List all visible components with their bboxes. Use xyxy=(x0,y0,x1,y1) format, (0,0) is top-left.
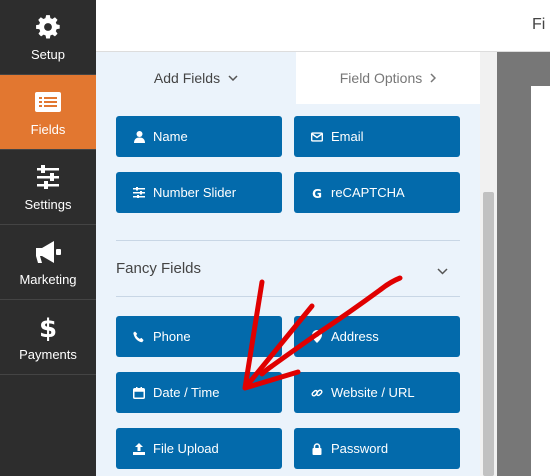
nav-label-setup: Setup xyxy=(31,47,65,62)
user-icon xyxy=(133,130,145,143)
nav-item-marketing[interactable]: Marketing xyxy=(0,225,96,300)
svg-text:G: G xyxy=(312,187,322,199)
fields-list-icon xyxy=(34,89,62,115)
phone-icon xyxy=(133,331,145,343)
svg-text:$: $ xyxy=(39,314,57,341)
field-button-recaptcha[interactable]: G reCAPTCHA xyxy=(294,172,460,213)
nav-item-fields[interactable]: Fields xyxy=(0,75,96,150)
field-label-recaptcha: reCAPTCHA xyxy=(331,185,405,200)
chevron-down-icon[interactable] xyxy=(437,262,448,280)
panel-tabs: Add Fields Field Options xyxy=(96,52,480,104)
field-label-website-url: Website / URL xyxy=(331,385,415,400)
fields-panel: Add Fields Field Options Name Email Numb… xyxy=(96,52,480,476)
link-icon xyxy=(311,387,323,399)
form-title: Fi xyxy=(532,16,546,33)
form-preview-area xyxy=(497,52,550,476)
chevron-right-icon xyxy=(430,73,437,83)
gear-icon xyxy=(35,14,61,40)
field-button-name[interactable]: Name xyxy=(116,116,282,157)
field-button-date-time[interactable]: Date / Time xyxy=(116,372,282,413)
nav-item-settings[interactable]: Settings xyxy=(0,150,96,225)
field-label-date-time: Date / Time xyxy=(153,385,220,400)
nav-label-marketing: Marketing xyxy=(19,272,77,287)
field-button-phone[interactable]: Phone xyxy=(116,316,282,357)
field-label-number-slider: Number Slider xyxy=(153,185,237,200)
upload-icon xyxy=(133,442,145,455)
sliders-icon xyxy=(133,187,145,199)
scrollbar-thumb[interactable] xyxy=(483,192,494,476)
dollar-icon: $ xyxy=(39,314,57,341)
tab-add-fields-label: Add Fields xyxy=(153,70,221,86)
field-button-email[interactable]: Email xyxy=(294,116,460,157)
field-button-website-url[interactable]: Website / URL xyxy=(294,372,460,413)
megaphone-icon xyxy=(34,239,62,265)
nav-label-settings: Settings xyxy=(24,197,72,212)
section-divider xyxy=(116,296,460,297)
tab-add-fields[interactable]: Add Fields xyxy=(96,52,296,104)
lock-icon xyxy=(311,442,323,455)
tab-field-options-label: Field Options xyxy=(339,70,423,86)
sliders-icon xyxy=(35,164,61,190)
nav-item-payments[interactable]: $ Payments xyxy=(0,300,96,375)
field-label-phone: Phone xyxy=(153,329,191,344)
envelope-icon xyxy=(311,131,323,143)
section-divider xyxy=(116,240,460,241)
map-pin-icon xyxy=(311,330,323,343)
field-button-number-slider[interactable]: Number Slider xyxy=(116,172,282,213)
nav-label-payments: Payments xyxy=(19,347,77,362)
field-button-address[interactable]: Address xyxy=(294,316,460,357)
field-label-file-upload: File Upload xyxy=(153,441,219,456)
section-title-fancy-fields: Fancy Fields xyxy=(116,260,202,277)
field-label-email: Email xyxy=(331,129,364,144)
builder-header: Fi xyxy=(96,0,550,52)
tab-field-options[interactable]: Field Options xyxy=(296,52,480,104)
form-preview-page xyxy=(531,86,550,476)
field-button-file-upload[interactable]: File Upload xyxy=(116,428,282,469)
nav-label-fields: Fields xyxy=(30,122,66,137)
field-label-address: Address xyxy=(331,329,379,344)
calendar-icon xyxy=(133,386,145,399)
google-icon: G xyxy=(311,187,323,199)
panel-scrollbar[interactable] xyxy=(480,52,497,476)
chevron-down-icon xyxy=(228,75,238,81)
nav-item-setup[interactable]: Setup xyxy=(0,0,96,75)
left-nav: Setup Fields Settings Marketing $ Paymen… xyxy=(0,0,96,476)
field-button-password[interactable]: Password xyxy=(294,428,460,469)
field-label-name: Name xyxy=(153,129,188,144)
field-label-password: Password xyxy=(331,441,389,456)
